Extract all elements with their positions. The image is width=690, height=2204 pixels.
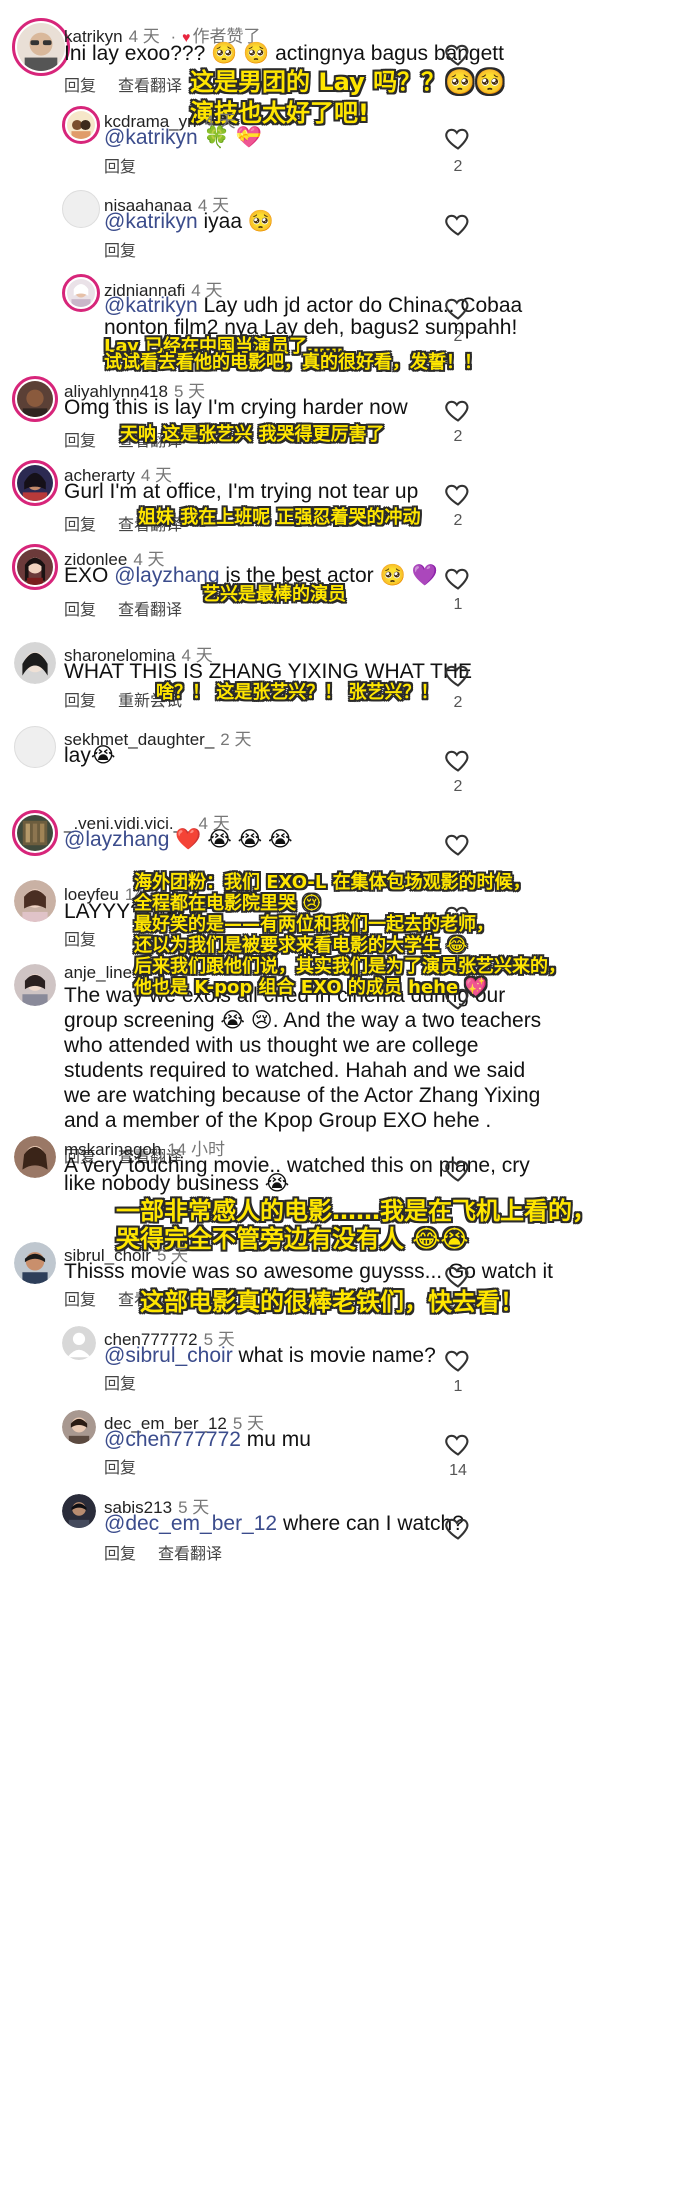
like-count: 1 — [453, 1378, 463, 1395]
avatar[interactable] — [12, 544, 58, 590]
reply-button[interactable]: 回复 — [104, 1546, 136, 1563]
comment-text: @katrikyn 🍀 💝 — [104, 126, 262, 149]
avatar[interactable] — [12, 460, 58, 506]
translate-button[interactable]: 查看翻译 — [118, 78, 182, 95]
avatar[interactable] — [62, 190, 100, 228]
mention-link[interactable]: @katrikyn — [104, 126, 198, 149]
comment-actions: 回复 查看翻译 — [64, 72, 182, 96]
caption: 海外团粉：我们 EXO-L 在集体包场观影的时候， — [134, 872, 531, 893]
avatar[interactable] — [14, 880, 56, 922]
avatar[interactable] — [12, 18, 70, 76]
caption: 他也是 K-pop 组合 EXO 的成员 hehe 💖 — [134, 977, 487, 998]
caption: 这是男团的 Lay 吗？？🥺🥺 — [190, 68, 505, 96]
comment-actions: 回复 — [64, 926, 96, 950]
like-count: 2 — [453, 158, 463, 175]
reply-button[interactable]: 回复 — [104, 1376, 136, 1393]
like-heart-icon[interactable] — [443, 746, 473, 774]
like-heart-icon[interactable] — [443, 661, 473, 689]
comment-text: @katrikyn iyaa 🥺 — [104, 210, 275, 233]
avatar[interactable] — [62, 1494, 96, 1528]
like-count: 2 — [453, 778, 463, 795]
avatar[interactable] — [62, 274, 100, 312]
avatar[interactable] — [12, 376, 58, 422]
avatar[interactable] — [14, 964, 56, 1006]
comment-text-line5: we are watching because of the Actor Zha… — [64, 1084, 541, 1107]
comment-text: @chen777772 mu mu — [104, 1428, 311, 1451]
like-heart-icon[interactable] — [443, 564, 473, 592]
comment-actions: 回复 — [104, 1370, 136, 1394]
avatar[interactable] — [14, 726, 56, 768]
timestamp: 2 天 — [220, 730, 252, 749]
caption: 艺兴是最棒的演员 — [202, 584, 346, 605]
comment-text: @layzhang ❤️ 😭 😭 😭 — [64, 828, 293, 851]
like-heart-icon[interactable] — [443, 396, 473, 424]
caption: 全程都在电影院里哭 😢 — [134, 893, 322, 914]
caption: 还以为我们是被要求来看电影的大学生 😂 — [134, 935, 468, 956]
reply-button[interactable]: 回复 — [104, 159, 136, 176]
caption: 后来我们跟他们说，其实我们是为了演员张艺兴来的， — [134, 956, 566, 977]
mention-link[interactable]: @layzhang — [64, 828, 169, 851]
comment-text-line3: who attended with us thought we are coll… — [64, 1034, 479, 1057]
reply-button[interactable]: 回复 — [104, 1460, 136, 1477]
avatar[interactable] — [14, 1136, 56, 1178]
like-count: 2 — [453, 328, 463, 345]
reply-button[interactable]: 回复 — [64, 517, 96, 534]
caption: 啥？！ 这是张艺兴？！ 张艺兴？！ — [156, 682, 439, 703]
like-heart-icon[interactable] — [443, 294, 473, 322]
comment-text: Thisss movie was so awesome guysss... Go… — [64, 1260, 553, 1283]
like-heart-icon[interactable] — [443, 1346, 473, 1374]
reply-button[interactable]: 回复 — [104, 243, 136, 260]
comment-text: @sibrul_choir what is movie name? — [104, 1344, 436, 1367]
comment-text-line4: students required to watched. Hahah and … — [64, 1059, 526, 1082]
reply-button[interactable]: 回复 — [64, 602, 96, 619]
like-heart-icon[interactable] — [443, 1430, 473, 1458]
reply-button[interactable]: 回复 — [64, 78, 96, 95]
comment-actions: 回复 — [104, 1454, 136, 1478]
like-heart-icon[interactable] — [443, 480, 473, 508]
like-count: 2 — [453, 694, 463, 711]
like-heart-icon[interactable] — [443, 1514, 473, 1542]
caption: 天呐 这是张艺兴 我哭得更厉害了 — [120, 424, 385, 445]
reply-button[interactable]: 回复 — [64, 932, 96, 949]
like-count: 2 — [453, 428, 463, 445]
comment-actions: 回复 — [104, 237, 136, 261]
avatar[interactable] — [62, 106, 100, 144]
mention-link[interactable]: @katrikyn — [104, 210, 198, 233]
mention-link[interactable]: @chen777772 — [104, 1428, 241, 1451]
comment-text-line6: and a member of the Kpop Group EXO hehe … — [64, 1109, 492, 1132]
comment-text: WHAT THIS IS ZHANG YIXING WHAT THE — [64, 660, 472, 683]
like-count: 2 — [453, 512, 463, 529]
mention-link[interactable]: @dec_em_ber_12 — [104, 1512, 277, 1535]
avatar[interactable] — [14, 1242, 56, 1284]
avatar[interactable] — [62, 1326, 96, 1360]
reply-button[interactable]: 回复 — [64, 1292, 96, 1309]
caption: 这部电影真的很棒老铁们，快去看！ — [140, 1288, 524, 1316]
avatar[interactable] — [62, 1410, 96, 1444]
avatar[interactable] — [12, 810, 58, 856]
comment-actions: 回复 查看翻译 — [64, 596, 182, 620]
like-count: 1 — [453, 596, 463, 613]
like-heart-icon[interactable] — [443, 1156, 473, 1184]
translate-button[interactable]: 查看翻译 — [118, 602, 182, 619]
comment-actions: 回复 查看翻译 — [104, 1540, 222, 1564]
caption: 试试看去看他的电影吧，真的很好看，发誓！！ — [104, 352, 482, 373]
comment-text: lay😭 — [64, 744, 116, 767]
mention-link[interactable]: @sibrul_choir — [104, 1344, 233, 1367]
caption: 姐妹 我在上班呢 正强忍着哭的冲动 — [138, 507, 421, 528]
like-heart-icon[interactable] — [443, 830, 473, 858]
translate-button[interactable]: 查看翻译 — [158, 1546, 222, 1563]
reply-button[interactable]: 回复 — [64, 693, 96, 710]
comment-text: Gurl I'm at office, I'm trying not tear … — [64, 480, 419, 503]
avatar[interactable] — [14, 642, 56, 684]
caption: 最好笑的是——有两位和我们一起去的老师， — [134, 914, 494, 935]
comment-text: Omg this is lay I'm crying harder now — [64, 396, 408, 419]
like-heart-icon[interactable] — [443, 210, 473, 238]
comment-actions: 回复 — [104, 153, 136, 177]
like-heart-icon[interactable] — [443, 124, 473, 152]
comment-text: @dec_em_ber_12 where can I watch? — [104, 1512, 464, 1535]
reply-button[interactable]: 回复 — [64, 433, 96, 450]
like-count: 14 — [449, 1462, 467, 1479]
